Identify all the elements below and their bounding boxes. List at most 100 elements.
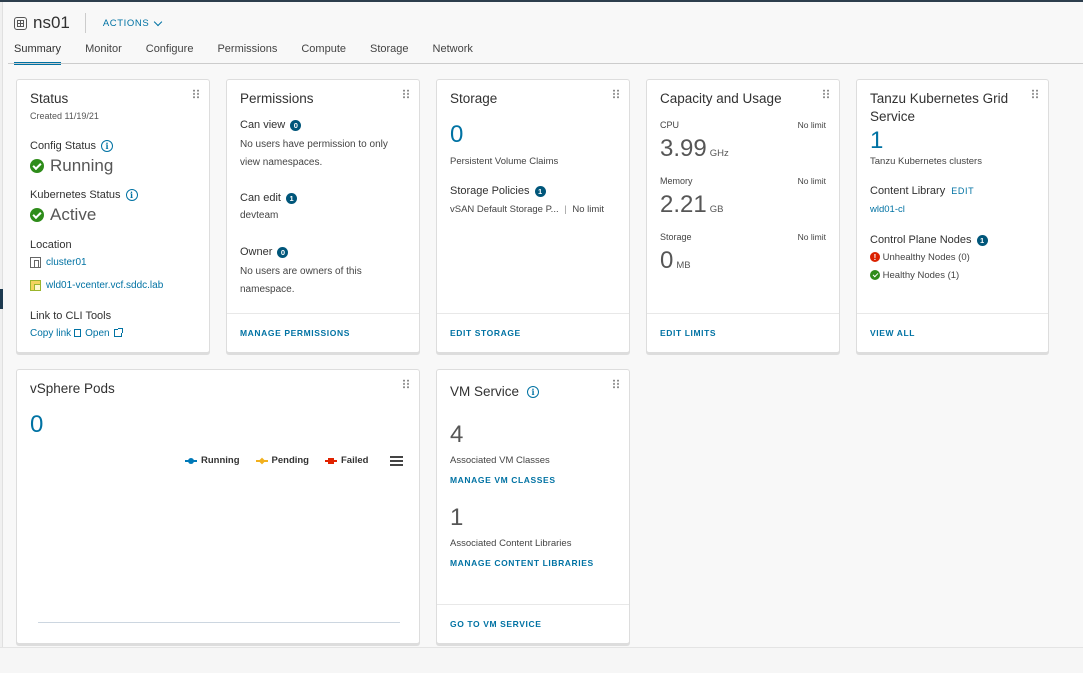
namespace-icon: [14, 16, 27, 30]
cluster-icon: [30, 257, 41, 268]
location-label: Location: [30, 239, 72, 251]
left-panel-toggle[interactable]: [0, 289, 3, 309]
card-footer: EDIT STORAGE: [437, 313, 629, 352]
control-plane-text: Control Plane Nodes: [870, 234, 972, 246]
chart-menu-icon[interactable]: [390, 455, 404, 466]
left-panel-edge[interactable]: [0, 2, 3, 647]
unhealthy-nodes-text: Unhealthy Nodes (0): [882, 252, 970, 263]
tkg-cluster-count[interactable]: 1: [870, 128, 883, 154]
tab-permissions[interactable]: Permissions: [217, 43, 277, 64]
tab-summary[interactable]: Summary: [14, 43, 62, 65]
tab-compute[interactable]: Compute: [301, 43, 346, 64]
content-library-edit-link[interactable]: EDIT: [951, 186, 974, 196]
vcenter-icon: [30, 280, 41, 291]
page-title: ns01: [33, 13, 70, 32]
check-circle-icon: [870, 270, 880, 281]
pods-count[interactable]: 0: [30, 412, 43, 438]
card-title: vSphere Pods: [30, 381, 115, 396]
config-status-label-text: Config Status: [30, 140, 97, 152]
legend-marker-pending: [255, 457, 268, 465]
legend-item-running[interactable]: Running: [185, 455, 240, 466]
storage-policies-text: Storage Policies: [450, 185, 530, 197]
cluster-link[interactable]: cluster01: [46, 257, 87, 268]
legend-marker-running: [185, 457, 197, 465]
view-all-link[interactable]: VIEW ALL: [870, 328, 915, 338]
info-icon[interactable]: i: [527, 386, 540, 399]
drag-handle-icon[interactable]: [1031, 89, 1039, 99]
k8s-status-text: Active: [50, 205, 97, 224]
content-libraries-label: Associated Content Libraries: [450, 538, 572, 549]
tab-bar: Summary Monitor Configure Permissions Co…: [14, 43, 497, 65]
k8s-status-value: Active: [30, 205, 96, 225]
tabs-divider: [8, 63, 1083, 64]
config-status-value: Running: [30, 156, 113, 176]
cpu-limit: No limit: [797, 120, 826, 130]
legend-label: Running: [201, 455, 240, 466]
count-badge: 1: [286, 192, 298, 204]
top-bar: [0, 0, 1083, 2]
chart-x-axis: [38, 622, 400, 623]
drag-handle-icon[interactable]: [612, 89, 620, 99]
edit-storage-link[interactable]: EDIT STORAGE: [450, 328, 521, 338]
cli-tools-label: Link to CLI Tools: [30, 310, 112, 322]
card-title: Capacity and Usage: [660, 91, 782, 106]
actions-label: ACTIONS: [102, 17, 150, 29]
edit-limits-link[interactable]: EDIT LIMITS: [660, 328, 716, 338]
tab-monitor[interactable]: Monitor: [85, 43, 122, 64]
tab-network[interactable]: Network: [433, 43, 473, 64]
tab-configure[interactable]: Configure: [146, 43, 194, 64]
tkg-cluster-label: Tanzu Kubernetes clusters: [870, 156, 982, 167]
drag-handle-icon[interactable]: [402, 379, 410, 389]
legend-item-failed[interactable]: Failed: [325, 455, 368, 466]
go-to-vm-service-link[interactable]: GO TO VM SERVICE: [450, 619, 541, 629]
page-header: ns01 ACTIONS: [14, 12, 163, 34]
copy-link[interactable]: Copy link: [30, 328, 71, 339]
count-badge: 1: [976, 234, 988, 246]
policy-name: vSAN Default Storage P...: [450, 204, 559, 215]
count-badge: 1: [534, 185, 546, 197]
owner-description: No users are owners of this namespace.: [240, 266, 362, 295]
info-icon[interactable]: i: [101, 140, 114, 153]
drag-handle-icon[interactable]: [402, 89, 410, 99]
content-library-text: Content Library: [870, 185, 946, 197]
cpu-usage: 3.99 GHz: [660, 136, 729, 162]
storage-unit: MB: [676, 260, 691, 271]
actions-button[interactable]: ACTIONS: [102, 17, 163, 29]
info-icon[interactable]: i: [125, 189, 138, 202]
external-link-icon[interactable]: [113, 328, 123, 338]
cli-links: Copy link Open: [30, 328, 123, 339]
pvc-count[interactable]: 0: [450, 122, 463, 148]
memory-value: 2.21: [660, 191, 707, 218]
storage-limit: No limit: [797, 232, 826, 242]
capacity-card: Capacity and Usage CPU No limit 3.99 GHz …: [646, 79, 840, 353]
tab-storage[interactable]: Storage: [370, 43, 409, 64]
check-circle-icon: [30, 159, 44, 173]
unhealthy-nodes-row: ! Unhealthy Nodes (0): [870, 252, 970, 263]
can-edit-value: devteam: [240, 210, 279, 221]
drag-handle-icon[interactable]: [192, 89, 200, 99]
card-title: Status: [30, 91, 69, 106]
cpu-unit: GHz: [709, 148, 729, 159]
content-library-link[interactable]: wld01-cl: [870, 204, 905, 215]
manage-content-libraries-link[interactable]: MANAGE CONTENT LIBRARIES: [450, 558, 594, 568]
manage-permissions-link[interactable]: MANAGE PERMISSIONS: [240, 328, 350, 338]
error-icon: !: [870, 252, 880, 263]
vcenter-link[interactable]: wld01-vcenter.vcf.sddc.lab: [46, 280, 163, 291]
memory-label: Memory: [660, 176, 693, 186]
manage-vm-classes-link[interactable]: MANAGE VM CLASSES: [450, 475, 556, 485]
config-status-label: Config Status i: [30, 140, 114, 153]
content-libraries-count: 1: [450, 504, 464, 531]
open-link[interactable]: Open: [85, 328, 109, 339]
can-view-label: Can view 0: [240, 119, 302, 131]
drag-handle-icon[interactable]: [822, 89, 830, 99]
card-footer: MANAGE PERMISSIONS: [227, 313, 419, 352]
legend-item-pending[interactable]: Pending: [255, 455, 309, 466]
legend-label: Pending: [271, 455, 309, 466]
owner-label: Owner 0: [240, 246, 289, 258]
k8s-status-label-text: Kubernetes Status: [30, 189, 121, 201]
k8s-status-label: Kubernetes Status i: [30, 189, 138, 202]
drag-handle-icon[interactable]: [612, 379, 620, 389]
copy-icon[interactable]: [74, 329, 82, 338]
can-edit-label: Can edit 1: [240, 192, 298, 204]
card-title: Tanzu Kubernetes Grid Service: [870, 91, 1009, 124]
